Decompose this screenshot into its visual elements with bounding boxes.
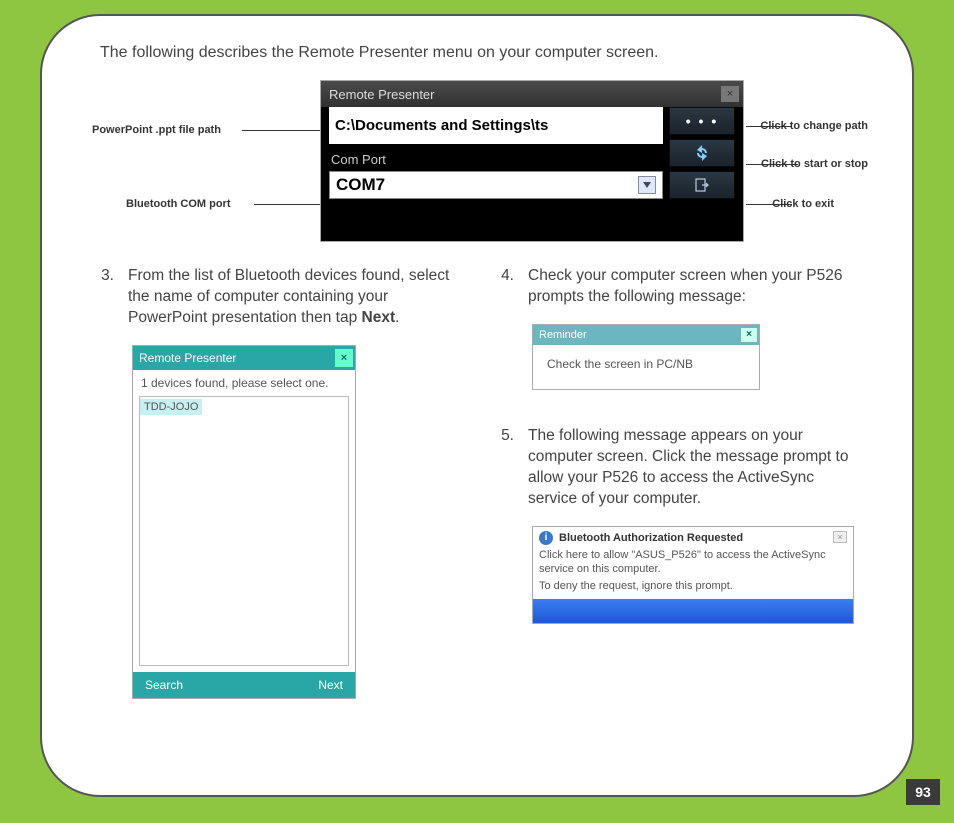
step-4: 4. Check your computer screen when your … — [492, 266, 862, 308]
step-3-text: From the list of Bluetooth devices found… — [128, 266, 462, 329]
remote-presenter-window: Remote Presenter × C:\Documents and Sett… — [320, 80, 744, 242]
exit-button[interactable] — [669, 171, 735, 199]
remote-presenter-titlebar: Remote Presenter × — [321, 81, 743, 107]
bluetooth-balloon-screenshot: × i Bluetooth Authorization Requested Cl… — [532, 526, 854, 625]
intro-text: The following describes the Remote Prese… — [100, 44, 862, 62]
info-icon: i — [539, 531, 553, 545]
close-icon[interactable]: × — [833, 531, 847, 543]
ppt-path-value: C:\Documents and Settings\ts — [335, 117, 548, 134]
balloon-title: Bluetooth Authorization Requested — [559, 532, 743, 544]
device-title-text: Remote Presenter — [139, 351, 236, 365]
reminder-dialog: Reminder × Check the screen in PC/NB — [532, 324, 760, 390]
ellipsis-icon: • • • — [686, 113, 718, 129]
close-icon[interactable]: × — [721, 86, 739, 102]
search-button[interactable]: Search — [145, 678, 183, 692]
step-5-text: The following message appears on your co… — [528, 426, 862, 510]
step-5-number: 5. — [492, 426, 514, 510]
exit-icon — [694, 177, 710, 193]
browse-path-button[interactable]: • • • — [669, 107, 735, 135]
close-icon[interactable]: × — [741, 328, 757, 342]
col-right: 4. Check your computer screen when your … — [492, 266, 862, 699]
columns: 3. From the list of Bluetooth devices fo… — [92, 266, 862, 699]
taskbar — [533, 599, 853, 623]
callout-bt-com: Bluetooth COM port — [126, 198, 230, 210]
callout-ppt-path: PowerPoint .ppt file path — [92, 124, 221, 136]
device-screenshot: Remote Presenter × 1 devices found, plea… — [132, 345, 356, 699]
device-titlebar: Remote Presenter × — [133, 346, 355, 370]
step-4-number: 4. — [492, 266, 514, 308]
com-port-dropdown[interactable]: COM7 — [329, 171, 663, 199]
device-list-selected-item[interactable]: TDD-JOJO — [140, 399, 202, 415]
step-3-number: 3. — [92, 266, 114, 329]
close-icon[interactable]: × — [335, 349, 353, 367]
reminder-body-text: Check the screen in PC/NB — [533, 345, 759, 389]
next-button[interactable]: Next — [318, 678, 343, 692]
device-found-message: 1 devices found, please select one. — [133, 370, 355, 396]
page-card: The following describes the Remote Prese… — [40, 14, 914, 797]
col-left: 3. From the list of Bluetooth devices fo… — [92, 266, 462, 699]
balloon-line-2: To deny the request, ignore this prompt. — [539, 579, 847, 593]
page-number: 93 — [906, 779, 940, 805]
device-bottom-bar: Search Next — [133, 672, 355, 698]
step-5: 5. The following message appears on your… — [492, 426, 862, 510]
step-3: 3. From the list of Bluetooth devices fo… — [92, 266, 462, 329]
step-4-text: Check your computer screen when your P52… — [528, 266, 862, 308]
start-stop-button[interactable] — [669, 139, 735, 167]
ppt-path-input[interactable]: C:\Documents and Settings\ts — [329, 107, 663, 144]
com-port-value: COM7 — [336, 175, 385, 195]
reminder-titlebar: Reminder × — [533, 325, 759, 345]
com-port-label: Com Port — [329, 148, 663, 167]
device-list[interactable]: TDD-JOJO — [139, 396, 349, 666]
reminder-title-text: Reminder — [539, 329, 587, 341]
remote-presenter-illustration: PowerPoint .ppt file path Bluetooth COM … — [92, 80, 862, 258]
sync-icon — [694, 145, 710, 161]
chevron-down-icon[interactable] — [638, 176, 656, 194]
remote-presenter-title: Remote Presenter — [329, 87, 435, 102]
balloon-line-1: Click here to allow "ASUS_P526" to acces… — [539, 548, 847, 577]
